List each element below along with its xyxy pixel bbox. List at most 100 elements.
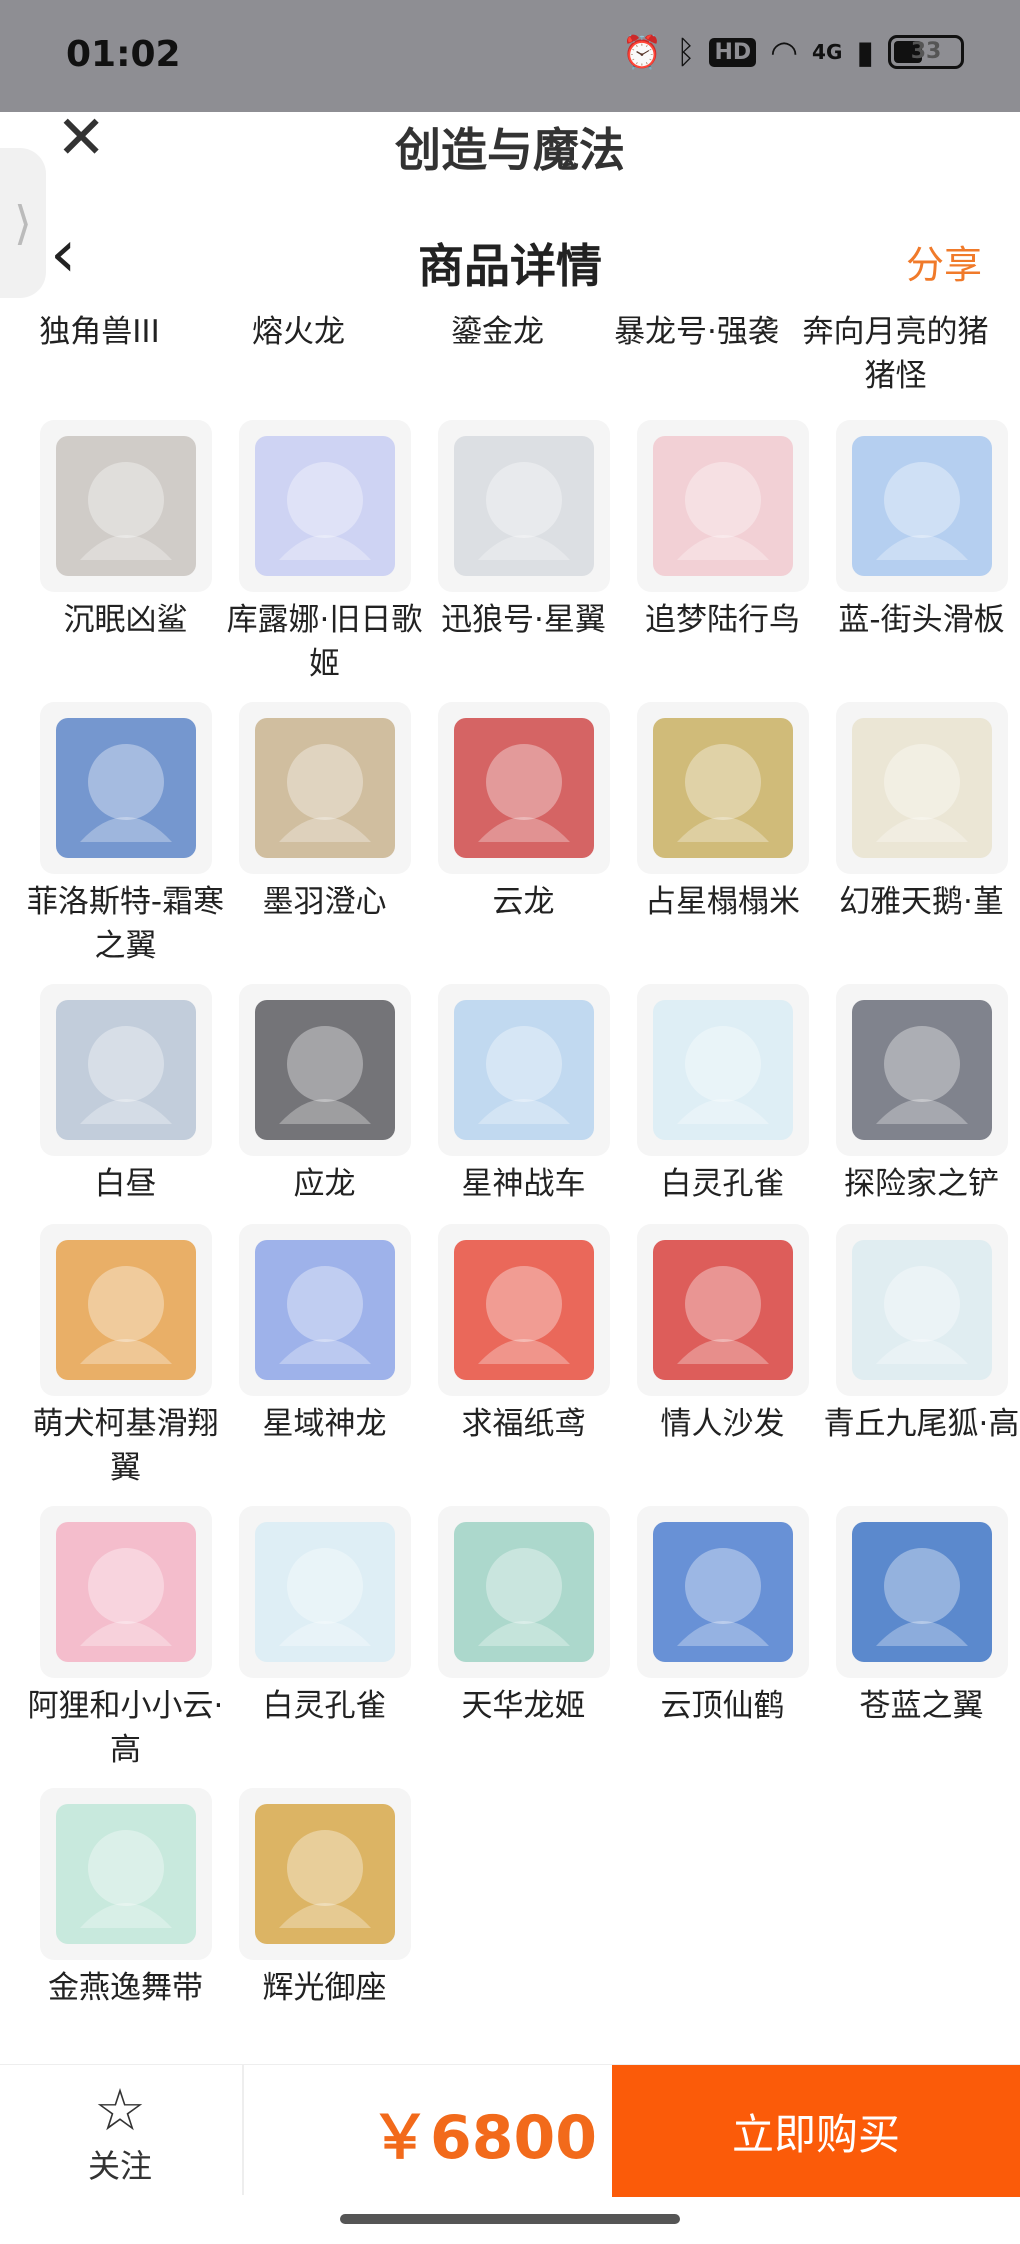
item-card[interactable]: 苍蓝之翼 [822,1506,1020,1788]
item-name: 青丘九尾狐·高 [823,1406,1020,1442]
item-card[interactable]: 白灵孔雀 [225,1506,424,1788]
hd-badge: HD [709,37,757,67]
item-card[interactable]: 星神战车 [424,984,623,1224]
signal-icon: ▮ [856,33,874,71]
item-card[interactable]: 菲洛斯特-霜寒之翼 [26,702,225,984]
battery-icon: 33 [888,35,964,69]
item-thumbnail [39,420,212,592]
item-thumbnail [437,984,610,1156]
status-time: 01:02 [66,34,181,75]
item-name: 天华龙姬 [461,1688,586,1724]
follow-label: 关注 [87,2147,152,2185]
item-name: 萌犬柯基滑翔翼 [32,1406,219,1486]
item-name: 独角兽III [39,314,160,350]
item-thumbnail [39,1788,212,1960]
item-card[interactable]: 天华龙姬 [424,1506,623,1788]
item-card[interactable]: 占星榻榻米 [623,702,822,984]
item-name: 金燕逸舞带 [48,1970,203,2006]
item-card[interactable]: 阿狸和小小云·高 [26,1506,225,1788]
item-card[interactable]: 库露娜·旧日歌姬 [225,420,424,702]
previous-row-names: 独角兽III 熔火龙 鎏金龙 暴龙号·强袭 奔向月亮的猪猪怪 [0,310,1020,398]
item-card[interactable]: 沉眠凶鲨 [26,420,225,702]
item-name: 库露娜·旧日歌姬 [226,602,423,682]
item-card[interactable]: 迅狼号·星翼 [424,420,623,702]
item-thumbnail [238,702,411,874]
item-name: 求福纸鸢 [461,1406,586,1442]
item-card[interactable]: 辉光御座 [225,1788,424,2028]
item-name: 迅狼号·星翼 [441,602,606,638]
item-thumbnail [636,420,809,592]
item-card[interactable]: 情人沙发 [623,1224,822,1506]
items-row: 金燕逸舞带 辉光御座 [26,1788,1006,2028]
battery-level: 33 [910,39,942,64]
item-thumbnail [437,702,610,874]
item-name: 白灵孔雀 [660,1166,785,1202]
items-row: 菲洛斯特-霜寒之翼 墨羽澄心 云龙 占星榻榻米 幻雅天鹅·堇 [26,702,1008,984]
item-card[interactable]: 萌犬柯基滑翔翼 [26,1224,225,1506]
app-topbar: ✕ 创造与魔法 [0,108,1020,177]
item-name: 星域神龙 [262,1406,387,1442]
item-thumbnail [835,420,1008,592]
item-card[interactable]: 白昼 [26,984,225,1224]
item-thumbnail [39,1224,212,1396]
buy-now-button[interactable]: 立即购买 [612,2065,1020,2197]
item-card[interactable]: 金燕逸舞带 [26,1788,225,2028]
item-card[interactable]: 云顶仙鹤 [623,1506,822,1788]
item-thumbnail [39,1506,212,1678]
item-thumbnail [238,984,411,1156]
item-name: 沉眠凶鲨 [63,602,188,638]
status-bar: 01:02 ⏰ ᛒ HD ◠ 4G ▮ 33 [0,0,1020,112]
item-name: 奔向月亮的猪猪怪 [802,314,989,394]
follow-button[interactable]: ☆ 关注 [60,2079,180,2187]
items-row: 阿狸和小小云·高 白灵孔雀 天华龙姬 云顶仙鹤 苍蓝之翼 [26,1506,1008,1788]
item-card[interactable]: 幻雅天鹅·堇 [822,702,1020,984]
network-label: 4G [812,40,843,64]
item-thumbnail [437,1224,610,1396]
item-thumbnail [238,1506,411,1678]
item-card[interactable]: 青丘九尾狐·高 [822,1224,1020,1506]
item-thumbnail [835,1506,1008,1678]
item-card[interactable]: 星域神龙 [225,1224,424,1506]
items-row: 沉眠凶鲨 库露娜·旧日歌姬 迅狼号·星翼 追梦陆行鸟 蓝-街头滑板 [26,420,1008,702]
item-card[interactable]: 白灵孔雀 [623,984,822,1224]
price-label: ￥6800 [370,2103,597,2173]
bottom-action-bar: ☆ 关注 ￥6800 立即购买 [0,2064,1020,2197]
item-name: 暴龙号·强袭 [614,314,779,350]
home-indicator [340,2214,680,2224]
alarm-icon: ⏰ [622,33,663,71]
item-thumbnail [238,1788,411,1960]
items-row: 萌犬柯基滑翔翼 星域神龙 求福纸鸢 情人沙发 青丘九尾狐·高 [26,1224,1019,1506]
item-card[interactable]: 求福纸鸢 [424,1224,623,1506]
item-name: 情人沙发 [660,1406,785,1442]
item-name: 白昼 [94,1166,157,1202]
item-thumbnail [39,984,212,1156]
item-card[interactable]: 应龙 [225,984,424,1224]
item-card[interactable]: 追梦陆行鸟 [623,420,822,702]
item-thumbnail [835,702,1008,874]
item-name: 白灵孔雀 [262,1688,387,1724]
item-name: 星神战车 [461,1166,586,1202]
item-thumbnail [238,1224,411,1396]
item-thumbnail [636,1224,809,1396]
share-button[interactable]: 分享 [906,234,982,289]
app-title: 创造与魔法 [395,123,625,177]
item-card[interactable]: 探险家之铲 [822,984,1020,1224]
item-card[interactable]: 蓝-街头滑板 [822,420,1020,702]
bluetooth-icon: ᛒ [676,33,696,71]
item-name: 熔火龙 [252,314,345,350]
page-title: 商品详情 [418,239,602,293]
item-name: 幻雅天鹅·堇 [839,884,1004,920]
item-name: 云顶仙鹤 [660,1688,785,1724]
item-name: 云龙 [492,884,555,920]
wifi-icon: ◠ [770,33,799,71]
item-thumbnail [437,1506,610,1678]
item-thumbnail [835,984,1008,1156]
divider [242,2065,244,2195]
item-thumbnail [636,702,809,874]
item-name: 应龙 [293,1166,356,1202]
item-card[interactable]: 墨羽澄心 [225,702,424,984]
item-thumbnail [238,420,411,592]
item-thumbnail [437,420,610,592]
star-icon: ☆ [94,2076,146,2144]
item-card[interactable]: 云龙 [424,702,623,984]
